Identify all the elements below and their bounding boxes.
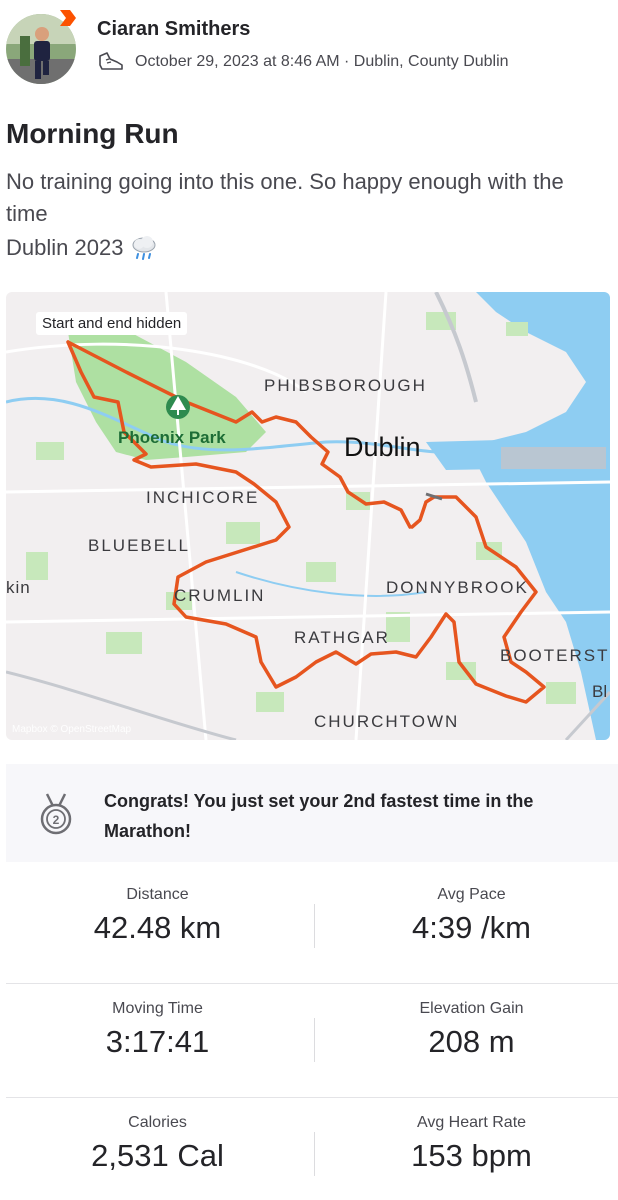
map-label-bluebell: BLUEBELL [88, 536, 190, 555]
map-label-phoenix-park: Phoenix Park [118, 428, 226, 447]
svg-text:2: 2 [53, 813, 60, 827]
route-map[interactable]: Start and end hidden PHIBSBOROUGH Dublin… [6, 292, 610, 740]
map-label-kin: kin [6, 578, 31, 597]
stat-divider [314, 1132, 315, 1176]
activity-description: No training going into this one. So happ… [6, 169, 564, 226]
map-label-booterstown: BOOTERST [500, 646, 610, 665]
stat-label: Elevation Gain [419, 1000, 524, 1017]
stat-value: 3:17:41 [105, 1024, 210, 1059]
achievement-text: Congrats! You just set your 2nd fastest … [104, 791, 534, 841]
rain-cloud-icon [132, 236, 156, 260]
stat-distance: Distance 42.48 km [3, 886, 312, 946]
tree-icon [166, 395, 190, 419]
stat-value: 208 m [428, 1024, 515, 1059]
stat-label: Avg Pace [437, 886, 506, 903]
row-divider [6, 1097, 618, 1098]
map-label-churchtown: CHURCHTOWN [314, 712, 460, 731]
activity-datetime-location: October 29, 2023 at 8:46 AM · Dublin, Co… [135, 53, 509, 70]
map-label-bl: Bl [592, 682, 608, 701]
stat-value: 4:39 /km [412, 910, 531, 945]
stat-value: 2,531 Cal [91, 1138, 224, 1173]
map-label-donnybrook: DONNYBROOK [386, 578, 529, 597]
stat-calories: Calories 2,531 Cal [3, 1114, 312, 1174]
activity-meta: October 29, 2023 at 8:46 AM · Dublin, Co… [97, 50, 509, 74]
stat-avg-heart-rate: Avg Heart Rate 153 bpm [317, 1114, 618, 1174]
row-divider [6, 983, 618, 984]
stat-elevation-gain: Elevation Gain 208 m [317, 1000, 618, 1060]
stat-divider [314, 1018, 315, 1062]
activity-description-line2: Dublin 2023 [6, 232, 159, 264]
stat-label: Calories [128, 1114, 187, 1131]
stat-moving-time: Moving Time 3:17:41 [3, 1000, 312, 1060]
athlete-name[interactable]: Ciaran Smithers [97, 18, 250, 41]
stat-divider [314, 904, 315, 948]
map-label-phibsborough: PHIBSBOROUGH [264, 376, 427, 395]
shoe-icon [99, 52, 123, 70]
map-label-dublin: Dublin [344, 432, 421, 462]
achievement-banner[interactable]: 2 Congrats! You just set your 2nd fastes… [6, 764, 618, 862]
map-label-rathgar: RATHGAR [294, 628, 390, 647]
stat-label: Distance [126, 886, 189, 903]
privacy-note: Start and end hidden [36, 312, 188, 335]
stat-value: 153 bpm [411, 1138, 532, 1173]
medal-icon: 2 [40, 793, 72, 835]
stat-label: Moving Time [112, 1000, 203, 1017]
activity-title: Morning Run [6, 118, 179, 149]
stat-label: Avg Heart Rate [416, 1114, 527, 1131]
map-label-crumlin: CRUMLIN [174, 586, 266, 605]
map-label-inchicore: INCHICORE [146, 488, 260, 507]
activity-header: Ciaran Smithers October 29, 2023 at 8:46… [0, 0, 618, 100]
map-attribution[interactable]: Mapbox © OpenStreetMap [12, 724, 131, 735]
stat-value: 42.48 km [93, 910, 222, 945]
stat-avg-pace: Avg Pace 4:39 /km [317, 886, 618, 946]
strava-badge-icon [60, 10, 76, 26]
activity-description-text: Dublin 2023 [6, 235, 124, 260]
